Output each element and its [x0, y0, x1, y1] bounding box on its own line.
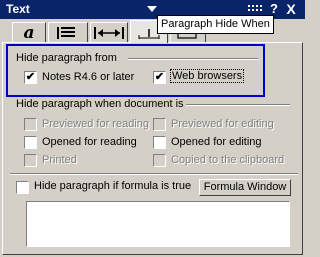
hide-formula-label[interactable]: Hide paragraph if formula is true	[34, 180, 191, 192]
tab-paragraph-margins[interactable]	[90, 22, 128, 42]
alignment-icon	[57, 26, 75, 39]
hide-when-heading: Hide paragraph when document is	[16, 98, 184, 110]
close-button[interactable]: X	[284, 1, 298, 17]
printed-label[interactable]: Printed	[42, 154, 77, 166]
tab-font[interactable]: a	[12, 22, 46, 43]
formula-divider	[10, 173, 298, 175]
opened-editing-checkbox[interactable]	[153, 136, 166, 149]
printed-checkbox[interactable]	[24, 154, 37, 167]
opened-editing-label[interactable]: Opened for editing	[171, 136, 262, 148]
opened-reading-checkbox[interactable]	[24, 136, 37, 149]
previewed-editing-checkbox[interactable]	[153, 118, 166, 131]
copied-clipboard-label[interactable]: Copied to the clipboard	[171, 154, 284, 166]
previewed-reading-label[interactable]: Previewed for reading	[42, 118, 149, 130]
window-title: Text	[6, 2, 30, 16]
margins-icon	[94, 26, 124, 39]
hide-formula-checkbox[interactable]	[16, 181, 29, 194]
formula-window-button[interactable]: Formula Window	[199, 179, 291, 196]
previewed-reading-checkbox[interactable]	[24, 118, 37, 131]
opened-reading-label[interactable]: Opened for reading	[42, 136, 137, 148]
dropdown-arrow-icon[interactable]	[147, 6, 157, 12]
previewed-editing-label[interactable]: Previewed for editing	[171, 118, 274, 130]
hide-when-divider	[186, 104, 290, 106]
tab-paragraph-alignment[interactable]	[48, 22, 88, 42]
highlight-box	[6, 44, 265, 97]
copied-clipboard-checkbox[interactable]	[153, 154, 166, 167]
grip-icon[interactable]	[248, 5, 262, 11]
tooltip: Paragraph Hide When	[157, 15, 274, 34]
formula-textarea[interactable]	[26, 201, 290, 247]
